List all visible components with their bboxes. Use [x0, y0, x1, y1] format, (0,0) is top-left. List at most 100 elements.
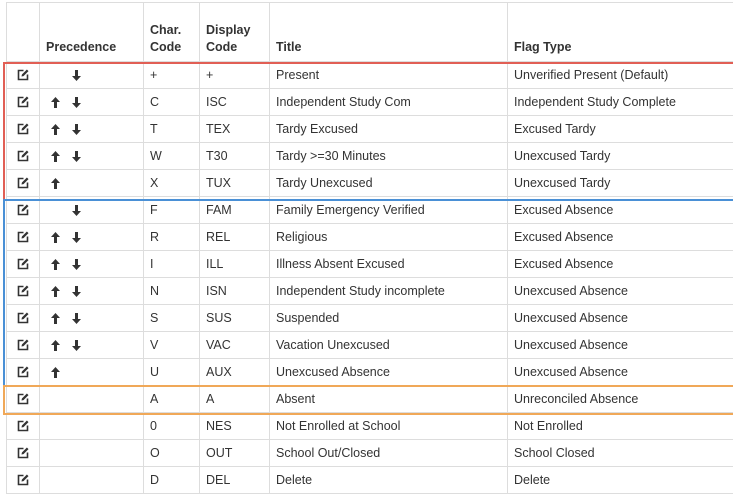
precedence-cell [39, 142, 144, 170]
arrow-down-icon[interactable] [66, 150, 87, 162]
edit-icon[interactable] [8, 420, 39, 432]
arrow-down-icon[interactable] [66, 231, 87, 243]
title-cell: Illness Absent Excused [269, 250, 508, 278]
flag-type-cell: Unexcused Tardy [507, 142, 733, 170]
precedence-cell [39, 115, 144, 143]
precedence-cell [39, 250, 144, 278]
arrow-up-icon[interactable] [45, 312, 66, 324]
arrow-down-icon[interactable] [66, 96, 87, 108]
edit-cell [6, 88, 40, 116]
edit-cell [6, 385, 40, 413]
char-code-cell: I [143, 250, 200, 278]
title-cell: Tardy Unexcused [269, 169, 508, 197]
precedence-cell [39, 277, 144, 305]
flag-type-cell: Excused Absence [507, 196, 733, 224]
table-row: V VAC Vacation Unexcused Unexcused Absence [6, 331, 733, 359]
char-code-cell: N [143, 277, 200, 305]
char-code-cell: + [143, 61, 200, 89]
edit-icon[interactable] [8, 177, 39, 189]
arrow-up-icon[interactable] [45, 339, 66, 351]
title-cell: Suspended [269, 304, 508, 332]
arrow-up-icon[interactable] [45, 177, 66, 189]
edit-cell [6, 115, 40, 143]
char-code-cell: A [143, 385, 200, 413]
title-cell: Family Emergency Verified [269, 196, 508, 224]
edit-icon[interactable] [8, 69, 39, 81]
edit-icon[interactable] [8, 150, 39, 162]
title-cell: Independent Study Com [269, 88, 508, 116]
char-code-cell: F [143, 196, 200, 224]
header-char-code: Char. Code [143, 2, 200, 62]
flag-type-cell: Not Enrolled [507, 412, 733, 440]
display-code-cell: AUX [199, 358, 270, 386]
edit-icon[interactable] [8, 123, 39, 135]
table-row: F FAM Family Emergency Verified Excused Abs… [6, 196, 733, 224]
edit-icon[interactable] [8, 258, 39, 270]
arrow-down-icon[interactable] [66, 258, 87, 270]
char-code-cell: T [143, 115, 200, 143]
edit-icon[interactable] [8, 474, 39, 486]
display-code-cell: TUX [199, 169, 270, 197]
edit-icon[interactable] [8, 312, 39, 324]
edit-icon[interactable] [8, 366, 39, 378]
table-row: I ILL Illness Absent Excused Excused Absenc… [6, 250, 733, 278]
edit-icon[interactable] [8, 447, 39, 459]
display-code-cell: ILL [199, 250, 270, 278]
display-code-cell: T30 [199, 142, 270, 170]
table-header-row: Precedence Char. Code Display Code Title F… [6, 2, 733, 62]
flag-type-cell: Unexcused Absence [507, 304, 733, 332]
table-row: 0 NES Not Enrolled at School Not Enrolled [6, 412, 733, 440]
display-code-cell: OUT [199, 439, 270, 467]
char-code-cell: V [143, 331, 200, 359]
table-row: + + Present Unverified Present (Default) [6, 61, 733, 89]
edit-icon[interactable] [8, 204, 39, 216]
table-row: N ISN Independent Study incomplete Unexcuse… [6, 277, 733, 305]
display-code-cell: + [199, 61, 270, 89]
arrow-up-icon[interactable] [45, 123, 66, 135]
arrow-down-icon[interactable] [66, 285, 87, 297]
arrow-down-icon[interactable] [66, 312, 87, 324]
flag-type-cell: Unexcused Tardy [507, 169, 733, 197]
edit-cell [6, 169, 40, 197]
arrow-up-icon[interactable] [45, 231, 66, 243]
flag-type-cell: Delete [507, 466, 733, 494]
title-cell: Tardy Excused [269, 115, 508, 143]
title-cell: Unexcused Absence [269, 358, 508, 386]
arrow-up-icon[interactable] [45, 258, 66, 270]
char-code-cell: W [143, 142, 200, 170]
edit-icon[interactable] [8, 285, 39, 297]
arrow-up-icon[interactable] [45, 150, 66, 162]
arrow-up-icon[interactable] [45, 285, 66, 297]
arrow-down-icon[interactable] [66, 339, 87, 351]
display-code-cell: FAM [199, 196, 270, 224]
flag-type-cell: Independent Study Complete [507, 88, 733, 116]
precedence-cell [39, 88, 144, 116]
flag-type-cell: Excused Tardy [507, 115, 733, 143]
char-code-cell: U [143, 358, 200, 386]
arrow-down-icon[interactable] [66, 204, 87, 216]
table-row: S SUS Suspended Unexcused Absence [6, 304, 733, 332]
precedence-cell [39, 61, 144, 89]
flag-type-cell: Excused Absence [507, 223, 733, 251]
header-flag-type: Flag Type [507, 2, 733, 62]
edit-cell [6, 331, 40, 359]
display-code-cell: TEX [199, 115, 270, 143]
title-cell: Not Enrolled at School [269, 412, 508, 440]
edit-icon[interactable] [8, 96, 39, 108]
char-code-cell: R [143, 223, 200, 251]
edit-icon[interactable] [8, 231, 39, 243]
flag-type-cell: Unverified Present (Default) [507, 61, 733, 89]
display-code-cell: ISC [199, 88, 270, 116]
arrow-up-icon[interactable] [45, 366, 66, 378]
edit-icon[interactable] [8, 393, 39, 405]
header-display-code: Display Code [199, 2, 270, 62]
edit-icon[interactable] [8, 339, 39, 351]
arrow-down-icon[interactable] [66, 123, 87, 135]
display-code-cell: ISN [199, 277, 270, 305]
table-row: A A Absent Unreconciled Absence [6, 385, 733, 413]
arrow-up-icon[interactable] [45, 96, 66, 108]
arrow-down-icon[interactable] [66, 69, 87, 81]
display-code-cell: DEL [199, 466, 270, 494]
attendance-codes-table: Precedence Char. Code Display Code Title F… [6, 2, 733, 494]
table-row: U AUX Unexcused Absence Unexcused Absence [6, 358, 733, 386]
